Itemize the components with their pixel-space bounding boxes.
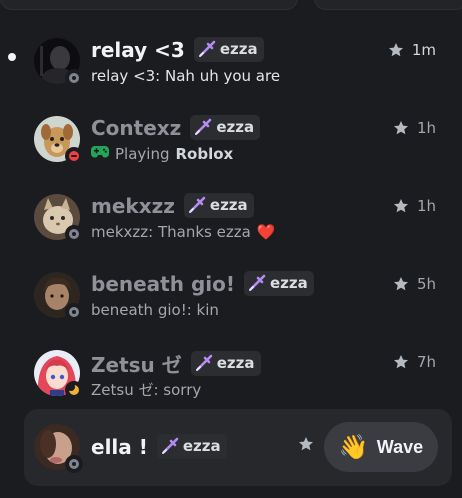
server-tag[interactable]: ezza: [156, 434, 227, 459]
status-idle-icon: [65, 381, 83, 399]
dm-name: relay <3: [91, 37, 185, 62]
sword-icon: [198, 40, 216, 58]
message-preview-text: Zetsu ゼ: sorry: [91, 381, 202, 399]
message-preview: Zetsu ゼ: sorry: [91, 379, 201, 400]
dm-item-mekxzz[interactable]: mekxzz ezza mekxzz: Thanks ezza ❤️ 1h: [24, 189, 452, 263]
dm-item-beneath-gio[interactable]: beneath gio! ezza beneath gio!: kin 5h: [24, 267, 452, 341]
previous-card-edge-right: [314, 0, 462, 10]
dm-name: Contexz: [91, 115, 182, 140]
message-preview-text: relay <3: Nah uh you are: [91, 67, 281, 85]
avatar: [34, 350, 83, 399]
server-tag[interactable]: ezza: [243, 271, 314, 296]
sword-icon: [248, 274, 266, 292]
activity-status: Playing Roblox: [91, 145, 233, 163]
server-tag-label: ezza: [216, 354, 255, 372]
timestamp: 1m: [411, 41, 436, 59]
sword-icon: [161, 437, 179, 455]
server-tag-label: ezza: [269, 274, 308, 292]
timestamp: 1h: [416, 197, 436, 215]
message-preview: beneath gio!: kin: [91, 301, 219, 319]
avatar: [34, 424, 83, 473]
star-icon[interactable]: [393, 198, 409, 214]
dm-name: ella !: [91, 434, 148, 459]
message-preview-text: beneath gio!: kin: [91, 301, 219, 319]
waving-hand-icon: 👋: [338, 433, 369, 461]
sword-icon: [195, 354, 213, 372]
status-dnd-icon: [65, 147, 83, 165]
wave-button[interactable]: 👋 Wave: [324, 422, 438, 472]
avatar: [34, 194, 83, 243]
server-tag[interactable]: ezza: [190, 351, 261, 376]
message-preview: mekxzz: Thanks ezza ❤️: [91, 223, 275, 241]
gamepad-icon: [91, 145, 109, 163]
message-preview: relay <3: Nah uh you are: [91, 67, 280, 85]
avatar: [34, 38, 83, 87]
star-icon[interactable]: [298, 436, 314, 452]
server-tag[interactable]: ezza: [193, 37, 264, 62]
status-offline-icon: [65, 225, 83, 243]
star-icon[interactable]: [393, 354, 409, 370]
server-tag-label: ezza: [182, 437, 221, 455]
dm-item-relay[interactable]: relay <3 ezza relay <3: Nah uh you are 1…: [24, 33, 452, 107]
server-tag[interactable]: ezza: [183, 193, 254, 218]
dm-item-contexz[interactable]: Contexz ezza Playing Roblox 1h: [24, 111, 452, 185]
status-offline-icon: [65, 69, 83, 87]
avatar: [34, 116, 83, 165]
star-icon[interactable]: [393, 276, 409, 292]
activity-game: Roblox: [175, 145, 234, 163]
sword-icon: [188, 196, 206, 214]
server-tag[interactable]: ezza: [190, 115, 261, 140]
wave-button-label: Wave: [376, 436, 424, 457]
dm-name: Zetsu ゼ: [91, 353, 182, 377]
timestamp: 1h: [416, 119, 436, 137]
status-offline-icon: [65, 303, 83, 321]
dm-item-ella[interactable]: ella ! ezza 👋 Wave: [24, 409, 452, 486]
activity-prefix: Playing: [115, 145, 170, 163]
dm-name: mekxzz: [91, 193, 175, 218]
timestamp: 5h: [416, 275, 436, 293]
status-offline-icon: [65, 455, 83, 473]
sword-icon: [194, 118, 212, 136]
timestamp: 7h: [416, 353, 436, 371]
server-tag-label: ezza: [219, 40, 258, 58]
server-tag-label: ezza: [216, 118, 255, 136]
unread-indicator: [8, 53, 16, 61]
message-preview-text: mekxzz: Thanks ezza: [91, 223, 251, 241]
dm-name: beneath gio!: [91, 271, 235, 296]
previous-card-edge: [0, 0, 298, 10]
avatar: [34, 272, 83, 321]
heart-emoji: ❤️: [256, 223, 276, 241]
dm-item-zetsu[interactable]: Zetsu ゼ ezza Zetsu ゼ: sorry 7h: [24, 345, 452, 419]
star-icon[interactable]: [388, 42, 404, 58]
star-icon[interactable]: [393, 120, 409, 136]
server-tag-label: ezza: [209, 196, 248, 214]
